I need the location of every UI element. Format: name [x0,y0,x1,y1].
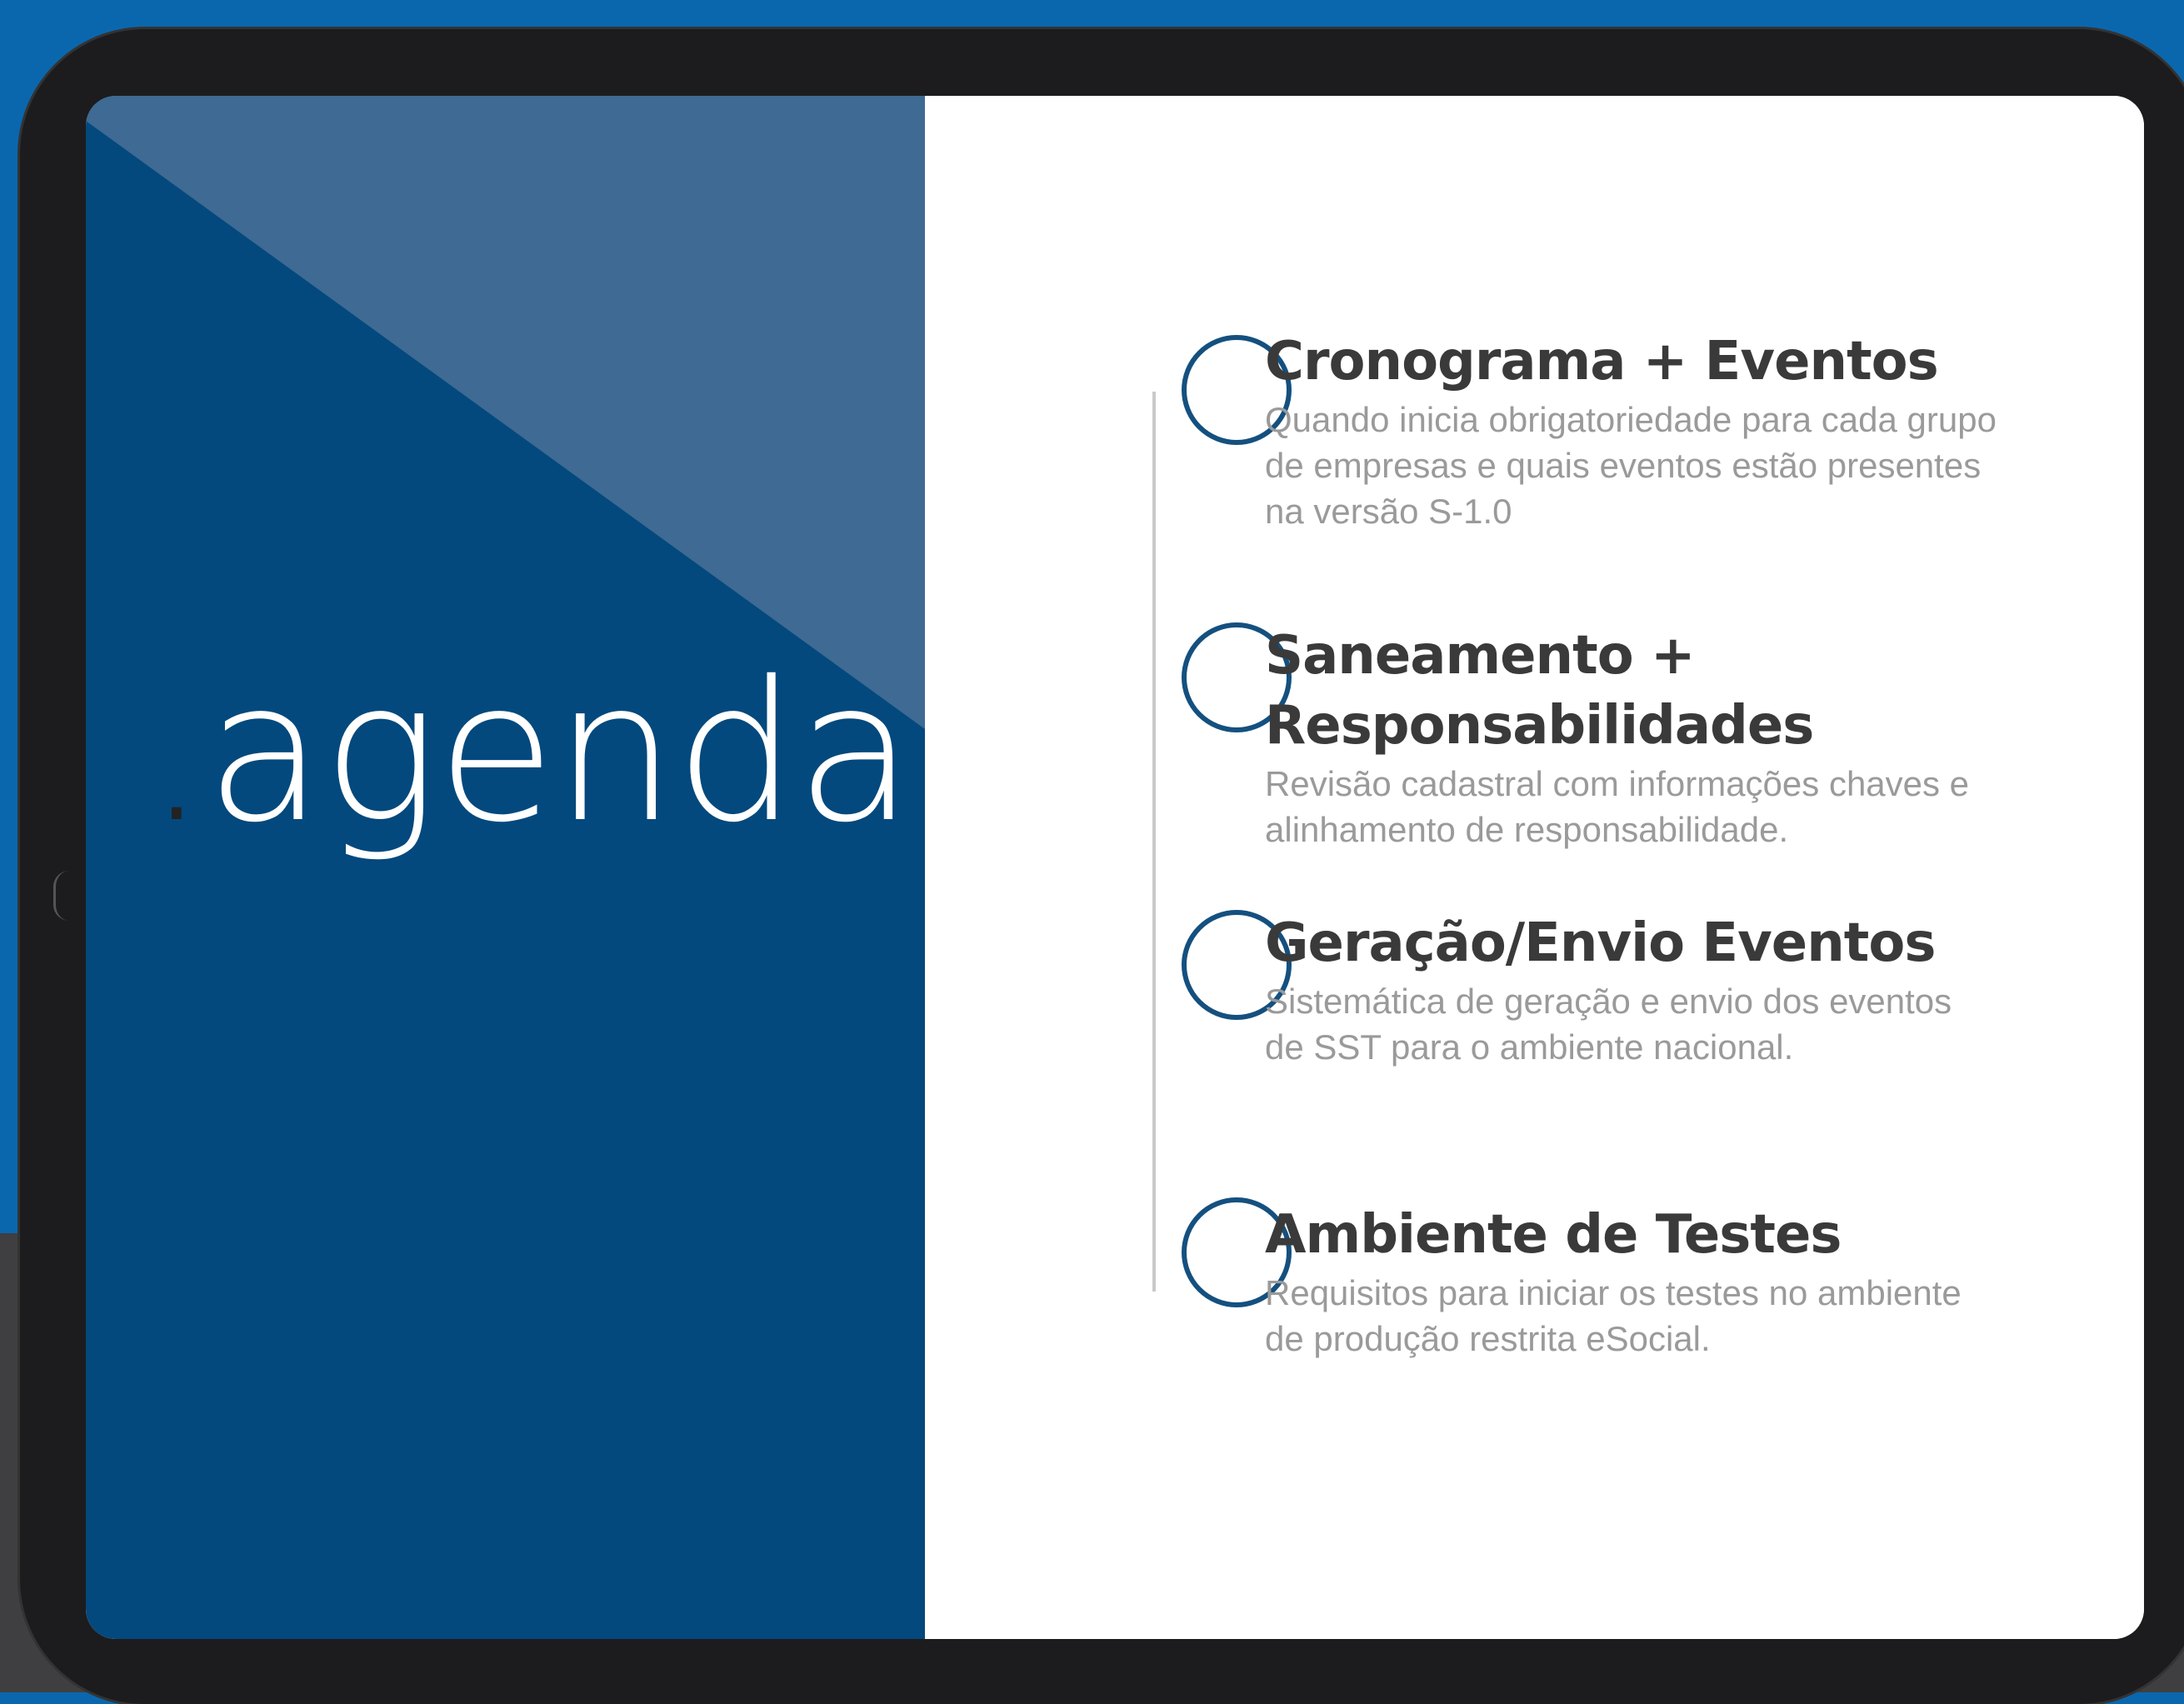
agenda-item-1: Cronograma + Eventos Quando inicia obrig… [1265,327,1998,534]
tablet-side-button [53,871,69,921]
agenda-item-title: Geração/Envio Eventos [1265,912,1936,974]
agenda-item-description: Revisão cadastral com informações chaves… [1265,764,1970,849]
light-triangle-shape [86,96,925,729]
agenda-item-3: Geração/Envio Eventos Sistemática de ger… [1265,908,1998,1070]
agenda-item-description: Quando inicia obrigatoriedade para cada … [1265,400,1997,531]
agenda-item-description: Sistemática de geração e envio dos event… [1265,982,1952,1067]
agenda-title-dot: . [146,640,207,865]
agenda-item-description: Requisitos para iniciar os testes no amb… [1265,1273,1962,1358]
timeline-line [1152,392,1156,1292]
agenda-item-2: Saneamento + Responsabilidades Revisão c… [1265,621,1998,852]
agenda-item-4: Ambiente de Testes Requisitos para inici… [1265,1200,1998,1362]
agenda-item-title: Cronograma + Eventos [1265,331,1939,392]
agenda-title: .agenda [146,656,914,849]
agenda-title-text: agenda [205,640,915,865]
agenda-item-title: Ambiente de Testes [1265,1204,1842,1266]
agenda-item-title: Saneamento + Responsabilidades [1265,625,1814,757]
left-panel: .agenda [86,96,925,1639]
decorative-triangle [86,96,925,729]
